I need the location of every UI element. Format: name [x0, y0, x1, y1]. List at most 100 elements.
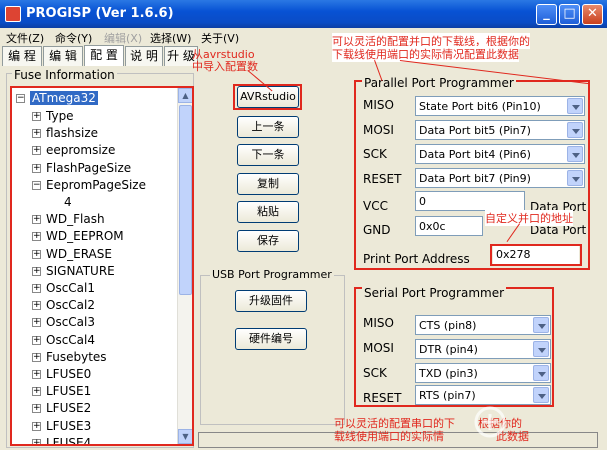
parallel-reset-value: Data Port bit7 (Pin9) — [419, 172, 531, 185]
expand-icon[interactable]: + — [32, 284, 41, 293]
chevron-down-icon[interactable] — [567, 122, 583, 138]
next-button[interactable]: 下一条 — [237, 144, 299, 166]
chevron-down-icon[interactable] — [533, 365, 549, 381]
annotation-serial-2: 载线使用端口的实际情 — [334, 430, 444, 443]
chevron-down-icon[interactable] — [533, 341, 549, 357]
fuse-group-label: Fuse Information — [12, 68, 117, 82]
minimize-button[interactable]: _ — [536, 4, 557, 25]
parallel-mosi-label: MOSI — [363, 123, 394, 137]
expand-icon[interactable]: + — [32, 215, 41, 225]
parallel-mosi-value: Data Port bit5 (Pin7) — [419, 124, 531, 137]
expand-icon[interactable]: + — [32, 146, 41, 156]
tree-item-label: eepromsize — [46, 143, 116, 158]
parallel-reset-label: RESET — [363, 172, 402, 186]
copy-button[interactable]: 复制 — [237, 173, 299, 195]
parallel-vcc-label: VCC — [363, 199, 388, 213]
fuse-tree[interactable]: − ATmega32 + Type + flashsize + eepromsize + Fl… — [10, 86, 194, 446]
avrstudio-button[interactable]: AVRstudio — [237, 86, 299, 108]
close-button[interactable]: ✕ — [582, 4, 603, 25]
tree-item-label: OscCal1 — [46, 281, 95, 295]
tree-item-label: OscCal4 — [46, 332, 95, 347]
serial-mosi-select[interactable]: DTR (pin4) — [415, 339, 551, 359]
expand-icon[interactable]: + — [32, 249, 41, 259]
expand-icon[interactable]: + — [32, 232, 41, 242]
paste-button[interactable]: 粘贴 — [237, 201, 299, 223]
expand-icon[interactable]: + — [32, 421, 41, 431]
save-button[interactable]: 保存 — [237, 230, 299, 252]
tab-help[interactable]: 说 明 — [125, 46, 163, 66]
title-bar: PROGISP (Ver 1.6.6) _ □ ✕ — [0, 0, 607, 28]
parallel-gnd-value: 0x0c — [419, 220, 446, 233]
tab-config[interactable]: 配 置 — [84, 45, 124, 66]
expand-icon[interactable]: + — [32, 318, 41, 328]
menu-select[interactable]: 选择(W) — [150, 30, 191, 46]
tree-item-label: LFUSE2 — [46, 401, 92, 416]
serial-sck-select[interactable]: TXD (pin3) — [415, 363, 551, 383]
serial-group-label: Serial Port Programmer — [362, 286, 507, 300]
expand-icon[interactable]: + — [32, 266, 41, 276]
tree-scrollbar[interactable]: ▲ ▼ — [177, 88, 192, 444]
tree-item-label: SIGNATURE — [46, 263, 115, 278]
parallel-reset-select[interactable]: Data Port bit7 (Pin9) — [415, 168, 585, 188]
parallel-gnd-input[interactable]: 0x0c — [415, 216, 483, 236]
serial-miso-value: CTS (pin8) — [419, 319, 477, 332]
expand-icon[interactable]: + — [32, 129, 41, 139]
expand-icon[interactable]: + — [32, 438, 41, 444]
serial-miso-select[interactable]: CTS (pin8) — [415, 315, 551, 335]
menu-about[interactable]: 关于(V) — [201, 30, 239, 46]
tree-item-label: EepromPageSize — [46, 177, 146, 192]
parallel-mosi-select[interactable]: Data Port bit5 (Pin7) — [415, 120, 585, 140]
hardware-id-button[interactable]: 硬件编号 — [235, 328, 307, 350]
parallel-gnd-label: GND — [363, 223, 391, 237]
scroll-thumb[interactable] — [179, 105, 192, 295]
prev-button[interactable]: 上一条 — [237, 116, 299, 138]
tree-item-label: LFUSE3 — [46, 418, 92, 433]
upgrade-firmware-button[interactable]: 升级固件 — [235, 290, 307, 312]
print-port-address-label: Print Port Address — [363, 252, 470, 266]
app-icon — [5, 6, 21, 22]
parallel-miso-label: MISO — [363, 98, 394, 112]
parallel-sck-label: SCK — [363, 147, 387, 161]
tree-item-label: Fusebytes — [46, 349, 107, 364]
watermark-logo — [468, 400, 607, 448]
expand-icon[interactable]: + — [32, 301, 41, 311]
expand-icon[interactable]: + — [32, 370, 41, 379]
chevron-down-icon[interactable] — [533, 317, 549, 333]
collapse-icon[interactable]: − — [32, 180, 41, 190]
window-title: PROGISP (Ver 1.6.6) — [26, 6, 174, 21]
tab-edit[interactable]: 编 辑 — [43, 46, 83, 66]
menu-edit[interactable]: 编辑(X) — [104, 30, 142, 46]
parallel-group-label: Parallel Port Programmer — [362, 76, 516, 90]
chevron-down-icon[interactable] — [567, 98, 583, 114]
tree-item-label: WD_ERASE — [46, 246, 112, 261]
expand-icon[interactable]: + — [32, 387, 41, 397]
annotation-custom-address: 自定义并口的地址 — [485, 210, 573, 226]
expand-icon[interactable]: + — [32, 112, 41, 121]
expand-icon[interactable]: + — [32, 163, 41, 173]
tab-strip: 编 程 编 辑 配 置 说 明 升 级 — [0, 45, 200, 66]
tree-item-label: OscCal3 — [46, 315, 95, 330]
chevron-down-icon[interactable] — [567, 170, 583, 186]
parallel-sck-select[interactable]: Data Port bit4 (Pin6) — [415, 144, 585, 164]
tree-item-label: flashsize — [46, 126, 99, 141]
parallel-sck-value: Data Port bit4 (Pin6) — [419, 148, 531, 161]
expand-icon[interactable]: + — [32, 404, 41, 414]
tab-program[interactable]: 编 程 — [2, 46, 42, 66]
menu-command[interactable]: 命令(Y) — [55, 30, 92, 46]
print-port-address-input[interactable]: 0x278 — [493, 246, 579, 264]
chevron-down-icon[interactable] — [567, 146, 583, 162]
tree-item-label: LFUSE1 — [46, 384, 92, 399]
tree-item-label: WD_Flash — [46, 212, 105, 227]
maximize-button[interactable]: □ — [559, 4, 580, 25]
collapse-icon[interactable]: − — [16, 94, 25, 103]
expand-icon[interactable]: + — [32, 352, 41, 362]
scroll-up-icon[interactable]: ▲ — [178, 88, 192, 103]
usb-group-label: USB Port Programmer — [210, 268, 334, 281]
parallel-vcc-input[interactable]: 0 — [415, 191, 525, 211]
parallel-miso-select[interactable]: State Port bit6 (Pin10) — [415, 96, 585, 116]
menu-file[interactable]: 文件(Z) — [6, 30, 44, 46]
expand-icon[interactable]: + — [32, 335, 41, 345]
scroll-down-icon[interactable]: ▼ — [178, 429, 192, 444]
tree-item-label: LFUSE4 — [46, 435, 92, 446]
print-port-address-value: 0x278 — [496, 248, 531, 261]
